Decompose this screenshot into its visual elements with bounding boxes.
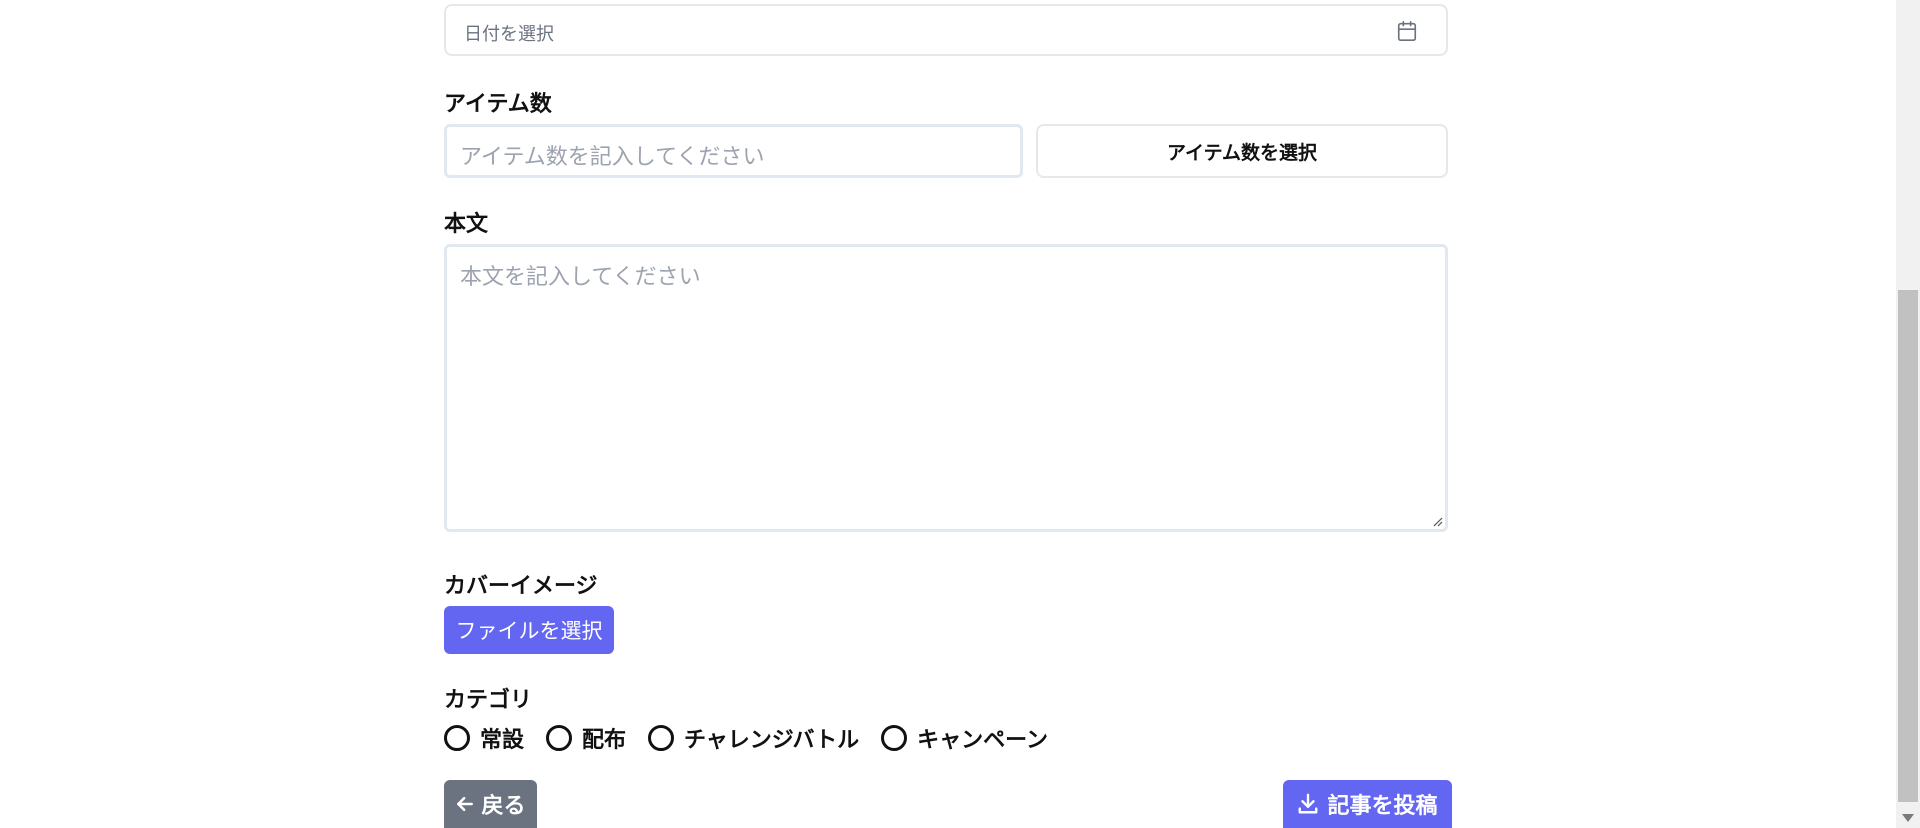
radio-label: チャレンジバトル [684, 728, 860, 753]
item-count-placeholder: アイテム数を記入してください [460, 145, 765, 170]
radio-circle[interactable] [648, 725, 675, 751]
calendar-icon[interactable] [1396, 20, 1418, 42]
choose-file-button[interactable]: ファイルを選択 [444, 606, 614, 654]
item-count-select-button[interactable]: アイテム数を選択 [1036, 124, 1448, 178]
body-placeholder: 本文を記入してください [460, 265, 701, 290]
back-button-label: 戻る [481, 794, 526, 819]
category-radio-campaign[interactable]: キャンペーン [881, 722, 1048, 754]
back-button[interactable]: 戻る [444, 780, 537, 828]
radio-circle[interactable] [546, 725, 573, 751]
radio-label: 配布 [582, 728, 627, 753]
post-article-button[interactable]: 記事を投稿 [1283, 780, 1452, 828]
scroll-down-arrow-icon[interactable] [1902, 814, 1914, 822]
vertical-scrollbar[interactable] [1896, 0, 1920, 828]
category-radio-distribution[interactable]: 配布 [546, 722, 626, 754]
radio-label: 常設 [480, 728, 525, 753]
body-textarea[interactable]: 本文を記入してください [444, 244, 1448, 532]
post-button-label: 記事を投稿 [1327, 794, 1438, 819]
item-count-input[interactable]: アイテム数を記入してください [444, 124, 1023, 178]
category-radio-group: 常設 配布 チャレンジバトル キャンペーン [444, 722, 1070, 754]
page: 日付を選択 アイテム数 アイテム数を記入してください アイテム数を選択 本文 本… [0, 0, 1920, 828]
category-radio-permanent[interactable]: 常設 [444, 722, 524, 754]
category-radio-challenge-battle[interactable]: チャレンジバトル [648, 722, 859, 754]
radio-circle[interactable] [881, 725, 908, 751]
cover-image-label: カバーイメージ [444, 574, 598, 599]
arrow-left-icon [457, 796, 474, 812]
item-count-label: アイテム数 [444, 92, 552, 117]
category-label: カテゴリ [444, 688, 533, 713]
download-icon [1299, 793, 1318, 814]
date-picker-field[interactable]: 日付を選択 [444, 4, 1448, 56]
body-label: 本文 [444, 212, 489, 237]
radio-label: キャンペーン [917, 728, 1049, 753]
resize-grip-icon[interactable] [1431, 515, 1443, 527]
scrollbar-thumb[interactable] [1898, 290, 1918, 802]
date-placeholder: 日付を選択 [464, 24, 554, 45]
radio-circle[interactable] [444, 725, 470, 751]
